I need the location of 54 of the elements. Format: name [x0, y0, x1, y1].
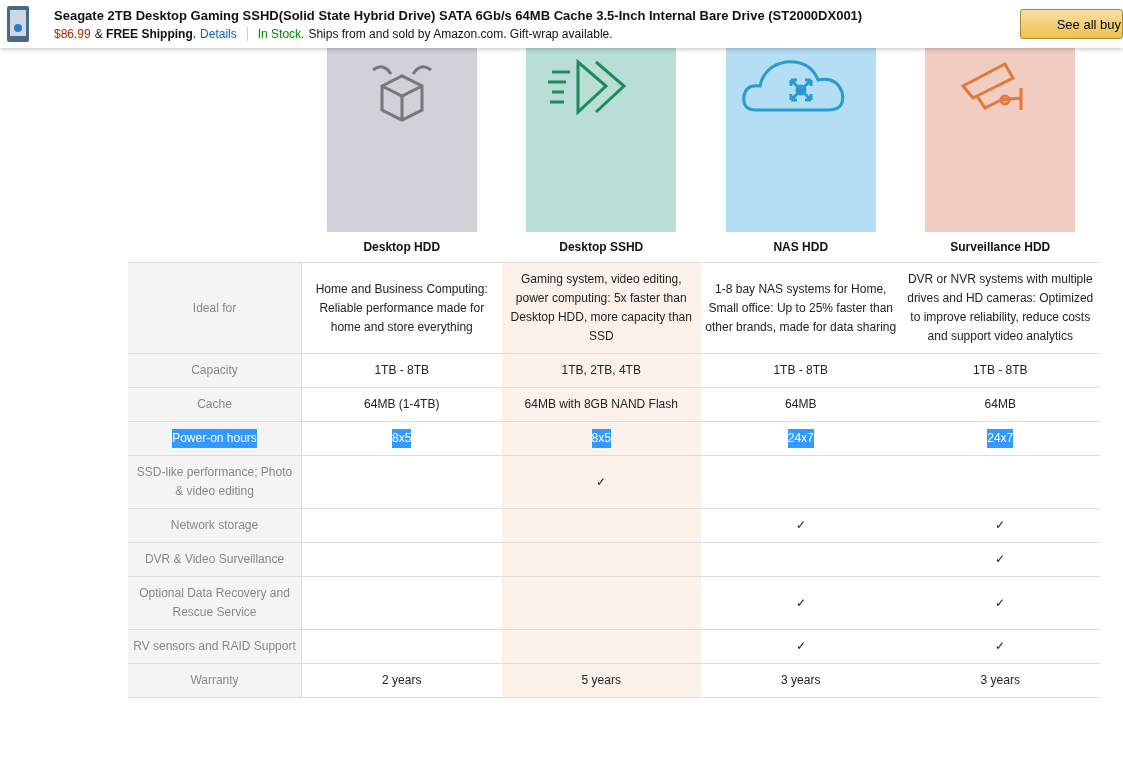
- cloud-icon: [742, 60, 844, 112]
- row-label: RV sensors and RAID Support: [128, 629, 302, 663]
- table-cell: 8x5: [392, 429, 412, 448]
- table-cell-text: 5 years: [581, 672, 621, 689]
- table-cell-text: 3 years: [781, 672, 821, 689]
- fast-forward-icon: [546, 60, 627, 114]
- table-cell: 24x7: [987, 429, 1014, 448]
- check-mark: ✓: [596, 473, 607, 491]
- table-cell-text: 2 years: [382, 672, 422, 689]
- check-mark: ✓: [995, 594, 1006, 612]
- table-cell-text: 64MB with 8GB NAND Flash: [524, 396, 678, 413]
- table-cell-text: DVR or NVR systems with multiple drives and HD cameras: Optimized to improve reliability, reduce costs and support video analytics: [906, 271, 1095, 345]
- check-mark: ✓: [995, 551, 1006, 568]
- table-cell-text: 1-8 bay NAS systems for Home, Small office: Up to 25% faster than other brands, made for data sharing: [705, 280, 897, 336]
- check-mark: ✓: [795, 517, 806, 534]
- row-label: Warranty: [128, 663, 302, 698]
- table-cell-text: 1TB - 8TB: [773, 362, 829, 379]
- product-title: Seagate 2TB Desktop Gaming SSHD(Solid State Hybrid Drive) SATA 6Gb/s 64MB Cache 3.5-Inch Internal Bare Drive (ST2000DX001): [54, 7, 864, 23]
- price: $86.99: [54, 26, 91, 41]
- shipping-text: & FREE Shipping.: [94, 26, 197, 41]
- column-header: Desktop HDD: [363, 239, 441, 256]
- row-label: Power-on hours: [128, 421, 302, 455]
- table-cell-text: 64MB: [785, 396, 817, 413]
- column-header: Desktop SSHD: [559, 239, 644, 256]
- check-mark: ✓: [995, 517, 1006, 534]
- check-mark: ✓: [995, 638, 1006, 655]
- box-icon: [371, 65, 433, 122]
- table-cell-text: Gaming system, video editing, power computing: 5x faster than Desktop HDD, more capacity than SSD: [509, 271, 693, 345]
- column-header: Surveillance HDD: [950, 239, 1051, 256]
- see-all-buying-options-button[interactable]: See all buy: [1019, 9, 1123, 39]
- row-label: DVR & Video Surveillance: [128, 542, 302, 576]
- row-label: Ideal for: [128, 262, 302, 353]
- row-label: Capacity: [128, 353, 302, 387]
- row-label: Optional Data Recovery and Rescue Service: [128, 576, 302, 629]
- table-cell-text: Home and Business Computing: Reliable performance made for home and store everything: [314, 280, 489, 336]
- row-label: SSD-like performance; Photo & video editing: [128, 455, 302, 508]
- hard-drive-icon: [6, 4, 30, 44]
- row-label: Cache: [128, 387, 302, 421]
- table-cell: 8x5: [591, 429, 611, 448]
- table-cell: 24x7: [787, 429, 814, 448]
- check-mark: ✓: [795, 638, 806, 655]
- table-cell-text: 1TB - 8TB: [972, 362, 1028, 379]
- security-camera-icon: [961, 62, 1023, 112]
- table-cell-text: 1TB, 2TB, 4TB: [561, 362, 641, 379]
- check-mark: ✓: [795, 594, 806, 612]
- stock-status: In Stock.: [257, 26, 305, 41]
- table-cell-text: 64MB: [984, 396, 1016, 413]
- column-header: NAS HDD: [773, 239, 829, 256]
- table-cell-text: 64MB (1-4TB): [364, 396, 440, 413]
- details-link[interactable]: Details: [200, 26, 237, 41]
- seller-note: Ships from and sold by Amazon.com. Gift-wrap available.: [308, 26, 613, 41]
- row-label: Network storage: [128, 508, 302, 542]
- table-cell-text: 3 years: [980, 672, 1020, 689]
- table-cell-text: 1TB - 8TB: [374, 362, 430, 379]
